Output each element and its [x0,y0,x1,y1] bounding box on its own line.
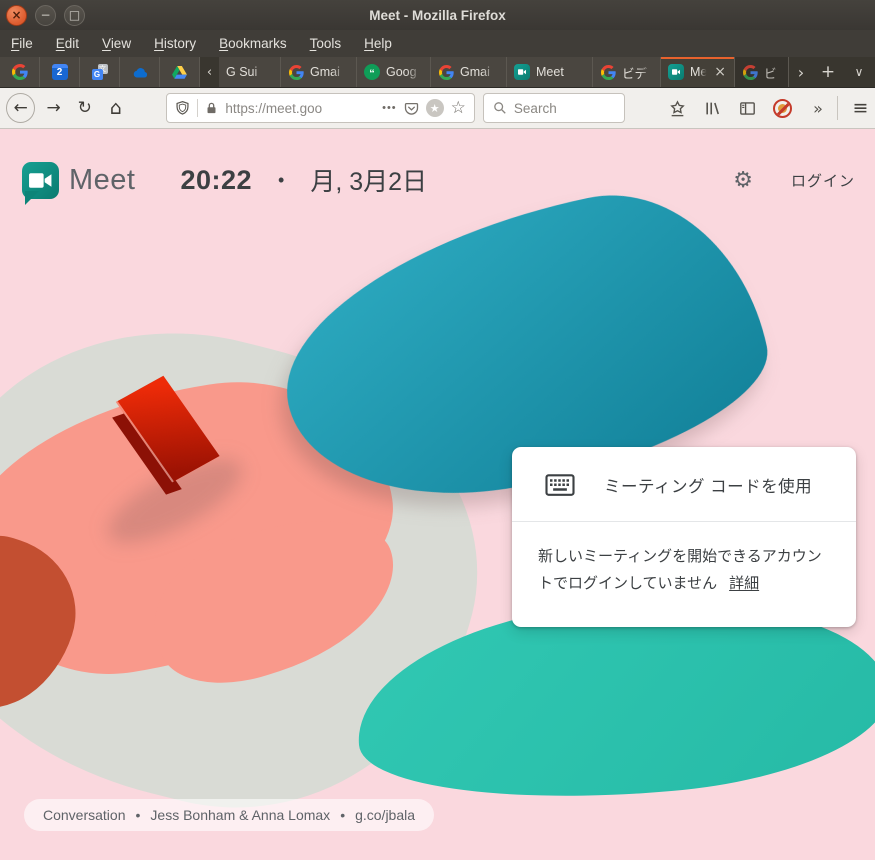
tab-meet-1[interactable]: Meet [507,57,593,87]
reload-button[interactable]: ↻ [70,93,99,123]
google-icon [438,64,454,80]
use-meeting-code-button[interactable]: ミーティング コードを使用 [512,447,856,521]
drive-icon [172,64,188,80]
toolbar-divider [837,96,838,120]
window-title: Meet - Mozilla Firefox [0,8,875,23]
pinned-tab-translate[interactable]: 文 G [80,57,120,87]
url-text[interactable]: https://meet.goo [225,101,375,116]
card-body: 新しいミーティングを開始できるアカウントでログインしていません詳細 [512,522,856,627]
toolbar-icons: » [665,95,831,121]
google-icon [12,64,28,80]
image-caption: Conversation • Jess Bonham & Anna Lomax … [24,799,434,831]
url-bar[interactable]: https://meet.goo ••• ★ ☆ [166,93,475,123]
caption-label: Conversation [43,807,126,823]
lock-icon [205,101,218,115]
gear-icon[interactable]: ⚙ [733,168,753,193]
tab-hangouts[interactable]: “ Goog [357,57,431,87]
google-icon [600,64,616,80]
meet-icon [514,64,530,80]
maximize-window-button[interactable]: □ [64,5,85,26]
minimize-window-button[interactable]: − [35,5,56,26]
tab-video-1[interactable]: ビデ [593,57,661,87]
titlebar: × − □ Meet - Mozilla Firefox [0,0,875,30]
menu-bookmarks[interactable]: Bookmarks [219,36,287,51]
menu-edit[interactable]: Edit [56,36,79,51]
meeting-code-card: ミーティング コードを使用 新しいミーティングを開始できるアカウントでログインし… [512,447,856,627]
search-input[interactable] [514,101,614,116]
search-icon [493,101,507,115]
menu-tools[interactable]: Tools [310,36,342,51]
details-link[interactable]: 詳細 [729,575,759,592]
menu-file[interactable]: File [11,36,33,51]
tab-bar: 2 文 G ‹ G Sui Gmai [0,57,875,88]
urlbar-divider [197,99,198,117]
sidebar-icon[interactable] [735,95,761,121]
new-tab-button[interactable]: + [813,57,843,87]
close-window-button[interactable]: × [6,5,27,26]
firefox-window: × − □ Meet - Mozilla Firefox File Edit V… [0,0,875,860]
home-button[interactable]: ⌂ [101,93,130,123]
keyboard-icon [545,472,575,498]
card-title: ミーティング コードを使用 [604,473,812,497]
meet-logo-icon [22,162,59,199]
meet-icon [668,64,684,80]
translate-icon: 文 G [92,64,108,80]
blocked-extension-icon[interactable] [770,95,796,121]
tab-gmail-1[interactable]: Gmai [281,57,357,87]
caption-bullet: • [340,807,345,823]
menubar: File Edit View History Bookmarks Tools H… [0,30,875,57]
google-icon [742,64,758,80]
header-dot: • [278,170,284,191]
caption-url: g.co/jbala [355,807,415,823]
library-icon[interactable] [700,95,726,121]
pocket-icon[interactable] [404,101,419,116]
current-date: 月, 3月2日 [310,162,427,198]
page-actions-icon[interactable]: ••• [382,102,397,114]
close-tab-icon[interactable]: × [713,64,727,80]
hangouts-icon: “ [364,64,380,80]
login-button[interactable]: ログイン [791,170,855,191]
pinned-tab-onedrive[interactable] [120,57,160,87]
menu-icon[interactable]: ≡ [846,97,875,119]
menu-view[interactable]: View [102,36,131,51]
tab-gsuite[interactable]: G Sui [219,57,281,87]
google-icon [288,64,304,80]
page-content: Meet 20:22 • 月, 3月2日 ⚙ ログイン ミーティング コードを使… [0,129,875,860]
tracking-protection-shield-icon[interactable] [175,100,190,116]
tab-meet-active[interactable]: Me × [661,57,735,87]
navigation-toolbar: ← → ↻ ⌂ https://meet.goo ••• ★ ☆ [0,88,875,129]
extension-circle-star-icon[interactable]: ★ [426,99,444,117]
tab-scroll-right-button[interactable]: › [789,57,813,87]
caption-bullet: • [136,807,141,823]
bookmark-star-icon[interactable]: ☆ [451,98,466,118]
brand-name: Meet [69,164,135,197]
pinned-tab-google[interactable] [0,57,40,87]
meet-header: Meet 20:22 • 月, 3月2日 ⚙ ログイン [22,159,855,201]
window-controls: × − □ [6,5,85,26]
search-bar[interactable] [483,93,625,123]
pinned-tab-calendar[interactable]: 2 [40,57,80,87]
tab-scroll-left-button[interactable]: ‹ [200,57,219,87]
tab-video-2[interactable]: ビ [735,57,789,87]
onedrive-icon [132,64,148,80]
pinned-tab-drive[interactable] [160,57,200,87]
menu-help[interactable]: Help [364,36,392,51]
list-all-tabs-button[interactable]: ∨ [843,57,875,87]
forward-button[interactable]: → [39,93,68,123]
bookmarks-menu-icon[interactable] [665,95,691,121]
caption-names: Jess Bonham & Anna Lomax [150,807,330,823]
back-button[interactable]: ← [6,93,35,123]
overflow-menu-icon[interactable]: » [805,95,831,121]
menu-history[interactable]: History [154,36,196,51]
calendar-icon: 2 [52,64,68,80]
current-time: 20:22 [180,165,252,196]
tab-gmail-2[interactable]: Gmai [431,57,507,87]
